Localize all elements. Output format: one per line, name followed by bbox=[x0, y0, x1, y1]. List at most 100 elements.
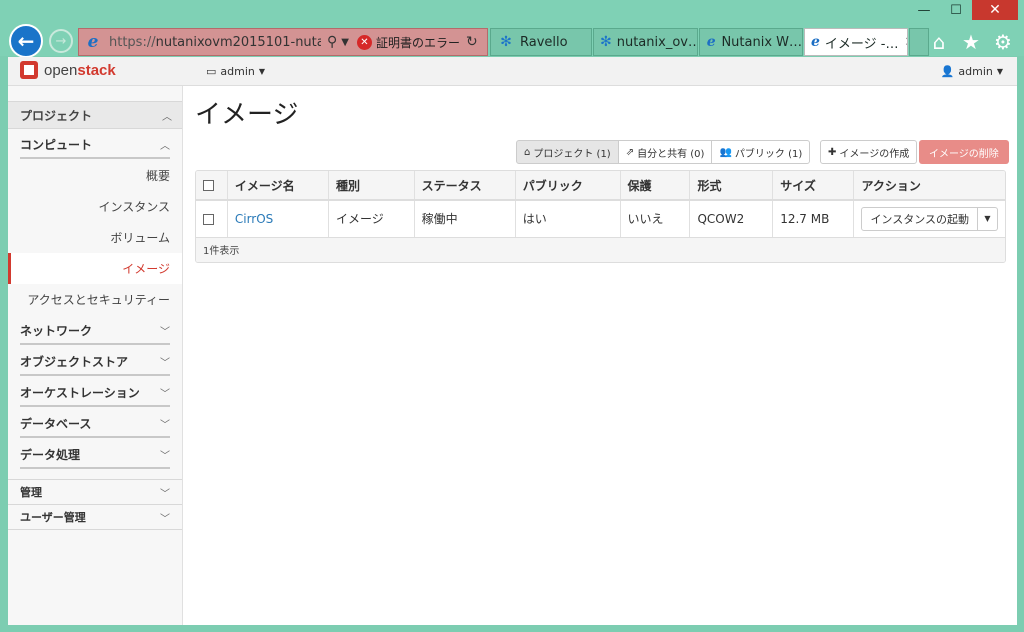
caret-down-icon: ▼ bbox=[984, 214, 991, 224]
plus-icon: ✚ bbox=[828, 146, 837, 158]
chevron-up-icon: ︿ bbox=[162, 111, 172, 123]
tab-nutanix-ov[interactable]: ✻ nutanix_ov… bbox=[593, 28, 698, 56]
sidebar-header-project[interactable]: プロジェクト ︿ bbox=[8, 101, 182, 129]
cell-public: はい bbox=[515, 200, 621, 238]
cell-format: QCOW2 bbox=[689, 200, 774, 238]
page-title: イメージ bbox=[195, 100, 299, 130]
item-count: 1件表示 bbox=[196, 237, 1005, 262]
chevron-down-icon: ﹀ bbox=[160, 488, 170, 500]
image-name-link[interactable]: CirrOS bbox=[235, 212, 273, 226]
launch-instance-button[interactable]: インスタンスの起動 bbox=[861, 206, 978, 231]
search-icon[interactable]: ⚲ bbox=[327, 34, 337, 50]
cell-protected: いいえ bbox=[620, 200, 691, 238]
sidebar-item-instances[interactable]: インスタンス bbox=[8, 191, 182, 222]
sidebar-section-orchestration[interactable]: オーケストレーション ﹀ bbox=[8, 377, 182, 408]
table-row: CirrOS イメージ 稼働中 はい いいえ QCOW2 12.7 MB インス… bbox=[196, 200, 1005, 238]
tab-nutanix-w[interactable]: e Nutanix W… bbox=[699, 28, 803, 56]
col-public[interactable]: パブリック bbox=[515, 171, 621, 201]
cert-error-icon[interactable]: ✕ bbox=[356, 34, 372, 50]
pinwheel-icon: ✻ bbox=[500, 34, 512, 50]
sidebar-section-data-processing[interactable]: データ処理 ﹀ bbox=[8, 439, 182, 470]
sidebar-item-overview[interactable]: 概要 bbox=[8, 160, 182, 191]
page-viewport: openstack ▭ admin ▼ 👤 admin ▼ プロジェクト ︿ コ… bbox=[8, 57, 1017, 625]
sidebar-section-database[interactable]: データベース ﹀ bbox=[8, 408, 182, 439]
chevron-down-icon: ﹀ bbox=[160, 327, 170, 338]
caret-down-icon: ▼ bbox=[258, 67, 266, 76]
filter-public-button[interactable]: 👥 パブリック (1) bbox=[711, 140, 811, 164]
sidebar-item-access-security[interactable]: アクセスとセキュリティー bbox=[8, 284, 182, 315]
dropdown-icon[interactable]: ▼ bbox=[341, 37, 349, 48]
col-status[interactable]: ステータス bbox=[414, 171, 516, 201]
openstack-logo-icon bbox=[20, 61, 38, 79]
url-text[interactable]: https://nutanixovm2015101-nutan… bbox=[109, 35, 321, 50]
user-icon: 👤 bbox=[940, 65, 955, 78]
create-image-button[interactable]: ✚ イメージの作成 bbox=[820, 140, 918, 164]
tab-ravello[interactable]: ✻ Ravello bbox=[490, 28, 592, 56]
col-name[interactable]: イメージ名 bbox=[227, 171, 330, 201]
share-icon: ⇗ bbox=[625, 146, 635, 158]
cell-size: 12.7 MB bbox=[772, 200, 855, 238]
browser-chrome: — ☐ ✕ ← → e https://nutanixovm2015101-nu… bbox=[0, 0, 1024, 58]
home-icon[interactable]: ⌂ bbox=[928, 30, 950, 54]
chevron-up-icon: ︿ bbox=[160, 141, 170, 152]
sidebar-header-admin[interactable]: 管理 ﹀ bbox=[8, 480, 182, 505]
col-actions: アクション bbox=[853, 171, 1005, 201]
ie-icon: e bbox=[811, 34, 820, 50]
sidebar-header-identity[interactable]: ユーザー管理 ﹀ bbox=[8, 505, 182, 530]
select-all-cell bbox=[196, 171, 228, 201]
row-checkbox[interactable] bbox=[203, 213, 214, 225]
arrow-left-icon: ← bbox=[17, 29, 35, 53]
minimize-button[interactable]: — bbox=[908, 0, 940, 20]
more-actions-button[interactable]: ▼ bbox=[978, 206, 998, 231]
table-footer-row: 1件表示 bbox=[196, 237, 1005, 262]
cert-error-label[interactable]: 証明書のエラー bbox=[376, 34, 460, 51]
filter-project-button[interactable]: ⌂ プロジェクト (1) bbox=[516, 140, 619, 164]
main-content: イメージ ⌂ プロジェクト (1) ⇗ 自分と共有 (0) 👥 パブリック (1) ✚… bbox=[195, 86, 1017, 625]
forward-button[interactable]: → bbox=[49, 29, 73, 53]
col-size[interactable]: サイズ bbox=[772, 171, 855, 201]
chevron-down-icon: ﹀ bbox=[160, 513, 170, 525]
filter-shared-button[interactable]: ⇗ 自分と共有 (0) bbox=[617, 140, 713, 164]
table-header-row: イメージ名 種別 ステータス パブリック 保護 形式 サイズ アクション bbox=[196, 171, 1005, 201]
sidebar-section-object-store[interactable]: オブジェクトストア ﹀ bbox=[8, 346, 182, 377]
group-icon: 👥 bbox=[719, 146, 732, 158]
project-selector[interactable]: ▭ admin ▼ bbox=[206, 65, 265, 78]
user-menu[interactable]: 👤 admin ▼ bbox=[941, 65, 1003, 78]
refresh-icon[interactable]: ↻ bbox=[466, 34, 478, 50]
maximize-button[interactable]: ☐ bbox=[940, 0, 972, 20]
close-tab-icon[interactable]: ✕ bbox=[905, 35, 908, 50]
col-format[interactable]: 形式 bbox=[689, 171, 774, 201]
chevron-down-icon: ﹀ bbox=[160, 358, 170, 369]
sidebar-item-volumes[interactable]: ボリューム bbox=[8, 222, 182, 253]
address-bar[interactable]: e https://nutanixovm2015101-nutan… ⚲ ▼ ✕… bbox=[78, 28, 488, 56]
gear-icon[interactable]: ⚙ bbox=[992, 30, 1014, 54]
chevron-down-icon: ﹀ bbox=[160, 420, 170, 431]
chevron-down-icon: ﹀ bbox=[160, 389, 170, 400]
top-navbar: openstack ▭ admin ▼ 👤 admin ▼ bbox=[8, 57, 1017, 86]
tab-images[interactable]: e イメージ -… ✕ bbox=[804, 28, 908, 56]
col-protected[interactable]: 保護 bbox=[620, 171, 691, 201]
image-filter-group: ⌂ プロジェクト (1) ⇗ 自分と共有 (0) 👥 パブリック (1) bbox=[516, 140, 811, 164]
window-controls: — ☐ ✕ bbox=[908, 0, 1018, 22]
caret-down-icon: ▼ bbox=[996, 67, 1003, 76]
col-type[interactable]: 種別 bbox=[328, 171, 415, 201]
delete-images-button[interactable]: イメージの削除 bbox=[919, 140, 1009, 164]
sidebar-section-network[interactable]: ネットワーク ﹀ bbox=[8, 315, 182, 346]
pinwheel-icon: ✻ bbox=[600, 34, 612, 50]
star-icon[interactable]: ★ bbox=[960, 30, 982, 54]
sidebar-item-images[interactable]: イメージ bbox=[8, 253, 182, 284]
arrow-right-icon: → bbox=[55, 33, 67, 49]
openstack-logo[interactable]: openstack bbox=[20, 61, 116, 79]
sidebar-section-compute[interactable]: コンピュート ︿ bbox=[8, 129, 182, 160]
row-action-group: インスタンスの起動 ▼ bbox=[861, 206, 998, 231]
back-button[interactable]: ← bbox=[9, 24, 43, 58]
chevron-down-icon: ﹀ bbox=[160, 451, 170, 462]
new-tab-button[interactable] bbox=[909, 28, 929, 56]
home-icon: ⌂ bbox=[524, 146, 531, 158]
window-icon: ▭ bbox=[206, 65, 217, 78]
cell-type: イメージ bbox=[328, 200, 415, 238]
select-all-checkbox[interactable] bbox=[203, 180, 214, 191]
browser-tools: ⌂ ★ ⚙ bbox=[928, 30, 1014, 54]
close-window-button[interactable]: ✕ bbox=[972, 0, 1018, 20]
sidebar: プロジェクト ︿ コンピュート ︿ 概要 インスタンス ボリューム イメージ ア… bbox=[8, 86, 183, 625]
